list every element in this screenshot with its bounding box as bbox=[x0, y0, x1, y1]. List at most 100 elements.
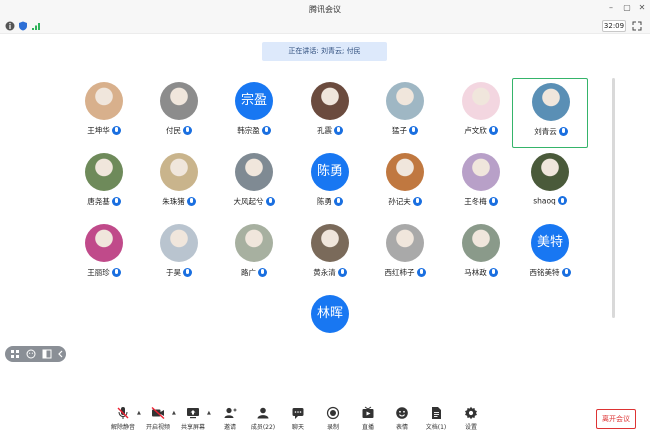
participant-tile[interactable]: 朱珠猪 bbox=[141, 149, 217, 219]
participant-name: 马林政 bbox=[443, 267, 519, 278]
shield-icon[interactable] bbox=[18, 21, 28, 31]
maximize-icon[interactable]: ▢ bbox=[622, 3, 632, 13]
meeting-toolbar: 解除静音 ▲ 开启视频 ▲ 共享屏幕 ▲ 邀请 成员(22) 聊天 录制 直播 … bbox=[0, 400, 650, 433]
participant-tile[interactable]: 大风起兮 bbox=[216, 149, 292, 219]
participant-name-text: 黄永清 bbox=[313, 268, 336, 277]
participant-tile[interactable]: 王冬梅 bbox=[443, 149, 519, 219]
participant-tile[interactable]: 王丽珍 bbox=[66, 220, 142, 290]
participant-name-text: 唐尧基 bbox=[87, 197, 110, 206]
participant-name-text: 朱珠猪 bbox=[162, 197, 185, 206]
participant-name: 王冬梅 bbox=[443, 196, 519, 207]
face-icon[interactable] bbox=[26, 349, 36, 359]
invite-label: 邀请 bbox=[223, 424, 236, 431]
participant-name-text: 王冬梅 bbox=[464, 197, 487, 206]
live-label: 直播 bbox=[361, 424, 374, 431]
floating-view-bar bbox=[5, 346, 66, 362]
avatar bbox=[235, 153, 273, 191]
participant-tile[interactable]: 孙记夫 bbox=[367, 149, 443, 219]
avatar: 林晖 bbox=[311, 295, 349, 333]
emoji-button[interactable]: 表情 bbox=[385, 406, 419, 432]
layout-icon[interactable] bbox=[42, 349, 52, 359]
chevron-left-icon[interactable] bbox=[56, 349, 66, 359]
participant-name-text: shaoq bbox=[533, 196, 556, 206]
scrollbar[interactable] bbox=[612, 78, 615, 318]
participant-tile[interactable]: 孔震 bbox=[292, 78, 368, 148]
mic-icon bbox=[334, 196, 343, 206]
close-icon[interactable]: ✕ bbox=[637, 3, 647, 13]
members-label: 成员(22) bbox=[250, 424, 276, 431]
participant-name-text: 王坤华 bbox=[87, 126, 110, 135]
avatar bbox=[386, 153, 424, 191]
share-screen-button[interactable]: 共享屏幕 bbox=[176, 406, 210, 432]
members-icon bbox=[257, 407, 269, 419]
mic-icon bbox=[558, 126, 568, 136]
participant-tile[interactable]: 王坤华 bbox=[66, 78, 142, 148]
participant-tile[interactable]: 美特 西铭美特 bbox=[512, 220, 588, 290]
avatar bbox=[85, 224, 123, 262]
info-icon[interactable] bbox=[5, 21, 15, 31]
participant-name-text: 韩宗盈 bbox=[237, 126, 260, 135]
participant-tile[interactable]: 黄永清 bbox=[292, 220, 368, 290]
participant-name: 韩宗盈 bbox=[216, 125, 292, 136]
participant-name: 西红柿子 bbox=[367, 267, 443, 278]
participant-tile[interactable]: 卢文欣 bbox=[443, 78, 519, 148]
avatar bbox=[462, 82, 500, 120]
mic-icon bbox=[265, 196, 275, 206]
record-label: 录制 bbox=[326, 424, 339, 431]
minimize-icon[interactable]: – bbox=[606, 3, 616, 13]
settings-button[interactable]: 设置 bbox=[454, 406, 488, 432]
participant-name-text: 卢文欣 bbox=[464, 126, 487, 135]
avatar bbox=[160, 153, 198, 191]
mic-icon bbox=[111, 267, 121, 277]
participant-name-text: 陈勇 bbox=[317, 197, 332, 206]
participant-name-text: 猛子 bbox=[392, 126, 407, 135]
record-button[interactable]: 录制 bbox=[316, 406, 350, 432]
participant-name: 孔震 bbox=[292, 125, 368, 136]
participant-name: 陈勇 bbox=[292, 196, 368, 207]
share-screen-icon bbox=[187, 408, 199, 419]
live-button[interactable]: 直播 bbox=[351, 406, 385, 432]
mic-icon bbox=[111, 125, 121, 135]
participant-tile[interactable]: 马林政 bbox=[443, 220, 519, 290]
mic-icon bbox=[416, 267, 426, 277]
participant-tile[interactable]: 猛子 bbox=[367, 78, 443, 148]
participant-tile[interactable]: 路广 bbox=[216, 220, 292, 290]
signal-icon[interactable] bbox=[31, 21, 41, 31]
invite-button[interactable]: 邀请 bbox=[213, 406, 247, 432]
members-button[interactable]: 成员(22) bbox=[246, 406, 280, 432]
participant-name-text: 西铭美特 bbox=[529, 268, 560, 277]
avatar bbox=[85, 153, 123, 191]
mic-icon bbox=[412, 196, 422, 206]
mic-icon bbox=[183, 267, 192, 277]
participant-name-text: 路广 bbox=[241, 268, 256, 277]
mic-icon bbox=[334, 125, 343, 135]
participant-tile[interactable]: 宗盈 韩宗盈 bbox=[216, 78, 292, 148]
avatar: 美特 bbox=[531, 224, 569, 262]
unmute-button[interactable]: 解除静音 bbox=[106, 406, 140, 432]
participant-tile[interactable]: 于昊 bbox=[141, 220, 217, 290]
participant-tile[interactable]: 付民 bbox=[141, 78, 217, 148]
participant-name: 朱珠猪 bbox=[141, 196, 217, 207]
document-icon bbox=[432, 407, 441, 419]
participant-name-text: 西红柿子 bbox=[384, 268, 415, 277]
chat-button[interactable]: 聊天 bbox=[281, 406, 315, 432]
participant-tile[interactable]: 陈勇 陈勇 bbox=[292, 149, 368, 219]
avatar: 陈勇 bbox=[311, 153, 349, 191]
mic-icon bbox=[183, 125, 192, 135]
participant-tile[interactable]: 林晖 bbox=[292, 291, 368, 361]
grid-view-icon[interactable] bbox=[10, 349, 20, 359]
avatar bbox=[311, 224, 349, 262]
mic-icon bbox=[111, 196, 121, 206]
documents-button[interactable]: 文档(1) bbox=[419, 406, 453, 432]
avatar bbox=[386, 82, 424, 120]
participant-tile[interactable]: 刘青云 bbox=[512, 78, 588, 148]
participant-name: 孙记夫 bbox=[367, 196, 443, 207]
participant-tile[interactable]: 唐尧基 bbox=[66, 149, 142, 219]
participant-tile[interactable]: shaoq bbox=[512, 149, 588, 219]
participant-tile[interactable]: 西红柿子 bbox=[367, 220, 443, 290]
leave-meeting-button[interactable]: 离开会议 bbox=[596, 409, 636, 429]
fullscreen-icon[interactable] bbox=[632, 21, 642, 31]
start-video-button[interactable]: 开启视频 bbox=[141, 406, 175, 432]
avatar bbox=[85, 82, 123, 120]
participant-name: 猛子 bbox=[367, 125, 443, 136]
